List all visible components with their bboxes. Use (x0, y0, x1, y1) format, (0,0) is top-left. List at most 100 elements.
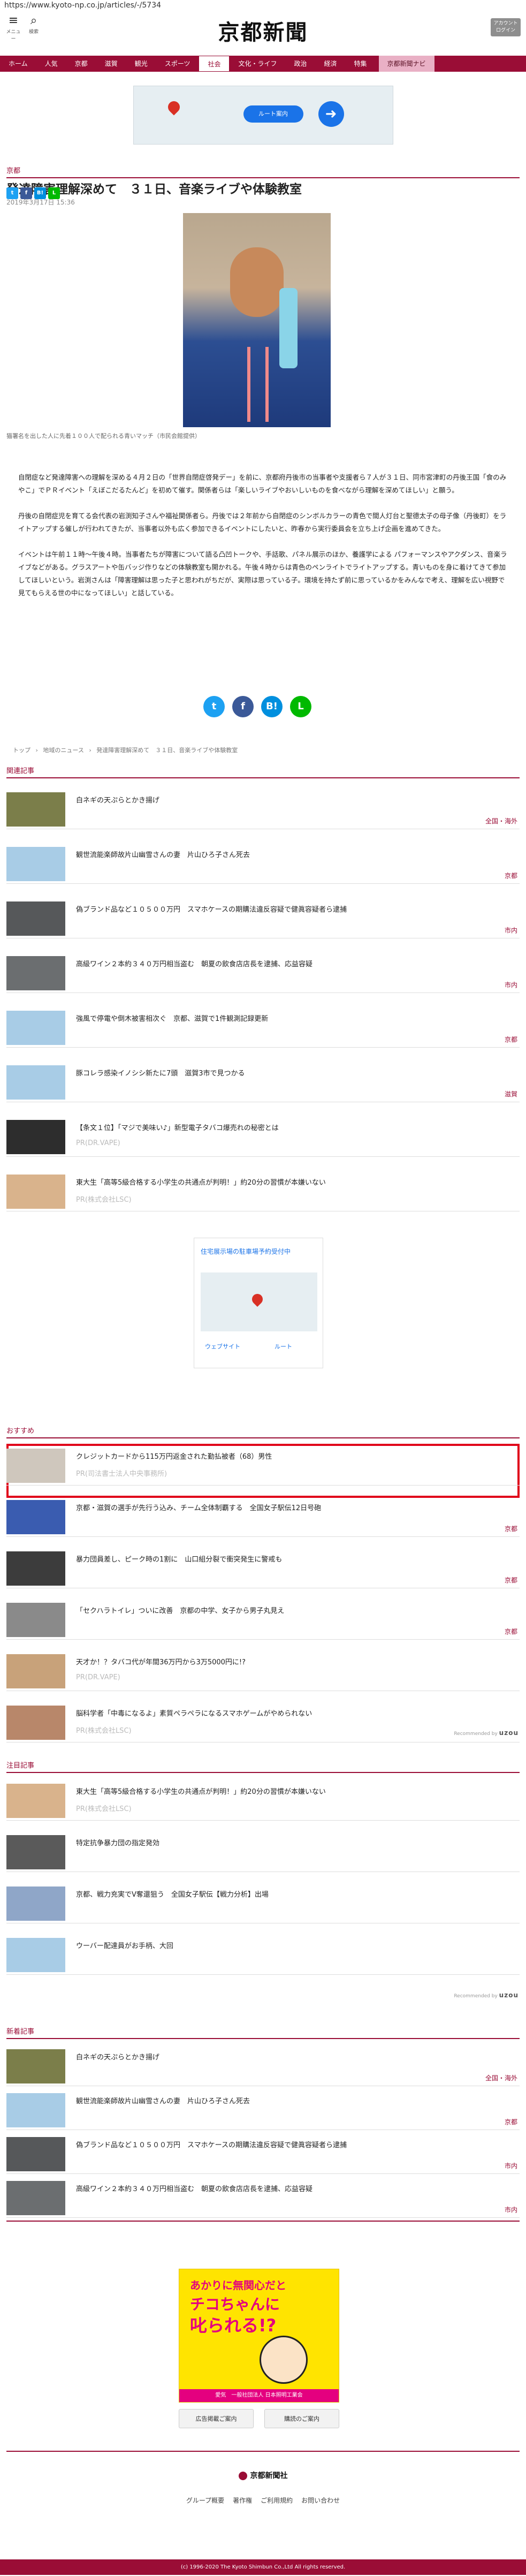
list-item[interactable]: 京都・滋賀の選手が先行う込み、チーム全体制覇する 全国女子駅伝12日号砲京都 (6, 1497, 520, 1537)
footer-logo[interactable]: 京都新聞社 (0, 2470, 526, 2481)
subscribe-guide-button[interactable]: 購読のご案内 (264, 2409, 339, 2428)
nav-item[interactable]: スポーツ (156, 56, 199, 72)
item-title[interactable]: 特定抗争暴力団の指定発効 (76, 1837, 159, 1847)
item-title[interactable]: 豚コレラ感染イノシシ新たに7頭 滋賀3市で見つかる (76, 1067, 245, 1078)
list-item[interactable]: 【条文１位】「マジで美味い♪」新型電子タバコ爆売れの秘密とは PR(DR.VAPE… (6, 1117, 520, 1157)
item-title[interactable]: クレジットカードから115万円返金された勤払被者（68）男性 (76, 1451, 272, 1461)
line-share-button[interactable]: L (48, 187, 60, 199)
item-title[interactable]: 京都、戦力充実でV奪還狙う 全国女子駅伝【戦力分析】出場 (76, 1889, 269, 1899)
site-logo[interactable]: 京都新聞 (0, 15, 526, 46)
item-thumbnail[interactable] (6, 1603, 65, 1637)
list-item[interactable]: 京都、戦力充実でV奪還狙う 全国女子駅伝【戦力分析】出場 (6, 1883, 520, 1923)
route-button[interactable]: ルート案内 (243, 105, 303, 123)
url-bar[interactable]: https://www.kyoto-np.co.jp/articles/-/57… (0, 0, 526, 13)
item-title[interactable]: 高級ワイン２本約３４０万円相当盗む 朝夏の飲食店店長を逮捕、応益容疑 (76, 2183, 312, 2193)
item-thumbnail[interactable] (6, 1011, 65, 1045)
footer-link[interactable]: お問い合わせ (301, 2497, 340, 2504)
footer-link[interactable]: 著作権 (233, 2497, 252, 2504)
twitter-share-button[interactable]: t (6, 187, 18, 199)
nav-item[interactable]: 京都新聞ナビ (378, 56, 434, 72)
item-title[interactable]: 白ネギの天ぷらとかき揚げ (76, 794, 159, 805)
list-item[interactable]: 白ネギの天ぷらとかき揚げ 全国・海外 (6, 2046, 520, 2086)
list-item[interactable]: 偽ブランド品など１０５００万円 スマホケースの期購法違反容疑で健眞容疑者ら逮捕市… (6, 898, 520, 938)
footer-link[interactable]: ご利用規約 (261, 2497, 293, 2504)
item-title[interactable]: 東大生「高等5級合格する小学生の共通点が判明！」約20分の習慣が本嫌いない (76, 1786, 326, 1796)
item-title[interactable]: 高級ワイン２本約３４０万円相当盗む 朝夏の飲食店店長を逮捕、応益容疑 (76, 958, 312, 968)
facebook-share-button[interactable]: f (232, 696, 254, 717)
item-thumbnail[interactable] (6, 1500, 65, 1534)
nav-item[interactable]: 文化・ライフ (230, 56, 285, 72)
list-item[interactable]: 特定抗争暴力団の指定発効 (6, 1832, 520, 1872)
hatena-share-button[interactable]: B! (261, 696, 283, 717)
item-thumbnail[interactable] (6, 1449, 65, 1483)
twitter-share-button[interactable]: t (203, 696, 225, 717)
item-thumbnail[interactable] (6, 901, 65, 936)
website-button[interactable]: ウェブサイト (205, 1342, 240, 1351)
item-category[interactable]: 京都 (505, 1627, 517, 1636)
facebook-share-button[interactable]: f (20, 187, 32, 199)
list-item[interactable]: クレジットカードから115万円返金された勤払被者（68）男性 PR(司法書士法人中… (6, 1445, 520, 1486)
nav-item[interactable]: 観光 (126, 56, 156, 72)
item-thumbnail[interactable] (6, 1835, 65, 1869)
item-thumbnail[interactable] (6, 1654, 65, 1688)
nav-item[interactable]: ホーム (0, 56, 36, 72)
map-ad[interactable]: 住宅展示場の駐車場予約受付中 ウェブサイト ルート (194, 1238, 323, 1368)
item-thumbnail[interactable] (6, 2093, 65, 2127)
item-thumbnail[interactable] (6, 1551, 65, 1586)
item-title[interactable]: ウーバー配達員がお手柄、大回 (76, 1940, 173, 1950)
item-category[interactable]: 市内 (505, 2161, 517, 2170)
item-category[interactable]: 全国・海外 (485, 816, 517, 825)
item-thumbnail[interactable] (6, 956, 65, 990)
item-category[interactable]: 京都 (505, 1575, 517, 1585)
item-title[interactable]: 偽ブランド品など１０５００万円 スマホケースの期購法違反容疑で健眞容疑者ら逮捕 (76, 2139, 347, 2149)
item-thumbnail[interactable] (6, 1706, 65, 1740)
item-category[interactable]: 滋賀 (505, 1089, 517, 1098)
footer-link[interactable]: グループ概要 (186, 2497, 224, 2504)
item-title[interactable]: 観世流能楽師故片山幽雪さんの妻 片山ひろ子さん死去 (76, 2095, 250, 2105)
list-item[interactable]: 東大生「高等5級合格する小学生の共通点が判明！」約20分の習慣が本嫌いない PR(… (6, 1781, 520, 1821)
line-share-button[interactable]: L (290, 696, 311, 717)
item-title[interactable]: 【条文１位】「マジで美味い♪」新型電子タバコ爆売れの秘密とは (76, 1122, 279, 1132)
item-thumbnail[interactable] (6, 1065, 65, 1100)
nav-item[interactable]: 京都 (66, 56, 96, 72)
item-title[interactable]: 京都・滋賀の選手が先行う込み、チーム全体制覇する 全国女子駅伝12日号砲 (76, 1502, 321, 1512)
route-button[interactable]: ルート (275, 1342, 292, 1351)
item-thumbnail[interactable] (6, 1120, 65, 1154)
directions-icon[interactable]: ➜ (318, 101, 344, 127)
item-title[interactable]: 脳科学者「中毒になるよ」素質ペラペラになるスマホゲームがやめられない (76, 1708, 312, 1718)
list-item[interactable]: 脳科学者「中毒になるよ」素質ペラペラになるスマホゲームがやめられない PR(株式会… (6, 1702, 520, 1742)
item-title[interactable]: 強風で停電や倒木被害相次ぐ 京都、滋賀で1件観測記録更新 (76, 1013, 268, 1023)
bottom-ad[interactable]: あかりに無関心だと チコちゃんに 叱られる!? 愛気 一般社団法人 日本照明工業… (179, 2269, 339, 2403)
item-category[interactable]: 市内 (505, 926, 517, 935)
login-button[interactable]: アカウント ログイン (491, 18, 521, 36)
item-title[interactable]: 暴力団員差し、ピーク時の1割に 山口組分裂で衝突発生に警戒も (76, 1554, 282, 1564)
item-category[interactable]: 市内 (505, 980, 517, 989)
item-thumbnail[interactable] (6, 2181, 65, 2215)
nav-item[interactable]: 政治 (286, 56, 316, 72)
item-category[interactable]: 京都 (505, 2117, 517, 2126)
section-label[interactable]: 京都 (0, 165, 526, 175)
item-title[interactable]: 「セクハラトイレ」ついに改善 京都の中学、女子から男子丸見え (76, 1605, 284, 1615)
item-thumbnail[interactable] (6, 1938, 65, 1972)
list-item[interactable]: 観世流能楽師故片山幽雪さんの妻 片山ひろ子さん死去 京都 (6, 844, 520, 884)
list-item[interactable]: 観世流能楽師故片山幽雪さんの妻 片山ひろ子さん死去京都 (6, 2090, 520, 2130)
list-item[interactable]: 強風で停電や倒木被害相次ぐ 京都、滋賀で1件観測記録更新 京都 (6, 1007, 520, 1048)
list-item[interactable]: 「セクハラトイレ」ついに改善 京都の中学、女子から男子丸見え京都 (6, 1600, 520, 1640)
item-category[interactable]: 市内 (505, 2205, 517, 2214)
nav-item[interactable]: 経済 (316, 56, 346, 72)
list-item[interactable]: 白ネギの天ぷらとかき揚げ全国・海外 (6, 789, 520, 829)
item-thumbnail[interactable] (6, 792, 65, 827)
breadcrumb-home[interactable]: トップ (13, 747, 31, 754)
item-category[interactable]: 京都 (505, 871, 517, 880)
list-item[interactable]: 豚コレラ感染イノシシ新たに7頭 滋賀3市で見つかる滋賀 (6, 1062, 520, 1102)
list-item[interactable]: 暴力団員差し、ピーク時の1割に 山口組分裂で衝突発生に警戒も京都 (6, 1548, 520, 1588)
breadcrumb-local[interactable]: 地域のニュース (43, 747, 83, 754)
list-item[interactable]: ウーバー配達員がお手柄、大回 (6, 1935, 520, 1975)
item-thumbnail[interactable] (6, 1784, 65, 1818)
item-thumbnail[interactable] (6, 847, 65, 881)
item-thumbnail[interactable] (6, 1886, 65, 1921)
list-item[interactable]: 高級ワイン２本約３４０万円相当盗む 朝夏の飲食店店長を逮捕、応益容疑市内 (6, 2178, 520, 2218)
item-title[interactable]: 白ネギの天ぷらとかき揚げ (76, 2051, 159, 2062)
item-category[interactable]: 京都 (505, 1524, 517, 1533)
hatena-share-button[interactable]: B! (34, 187, 46, 199)
